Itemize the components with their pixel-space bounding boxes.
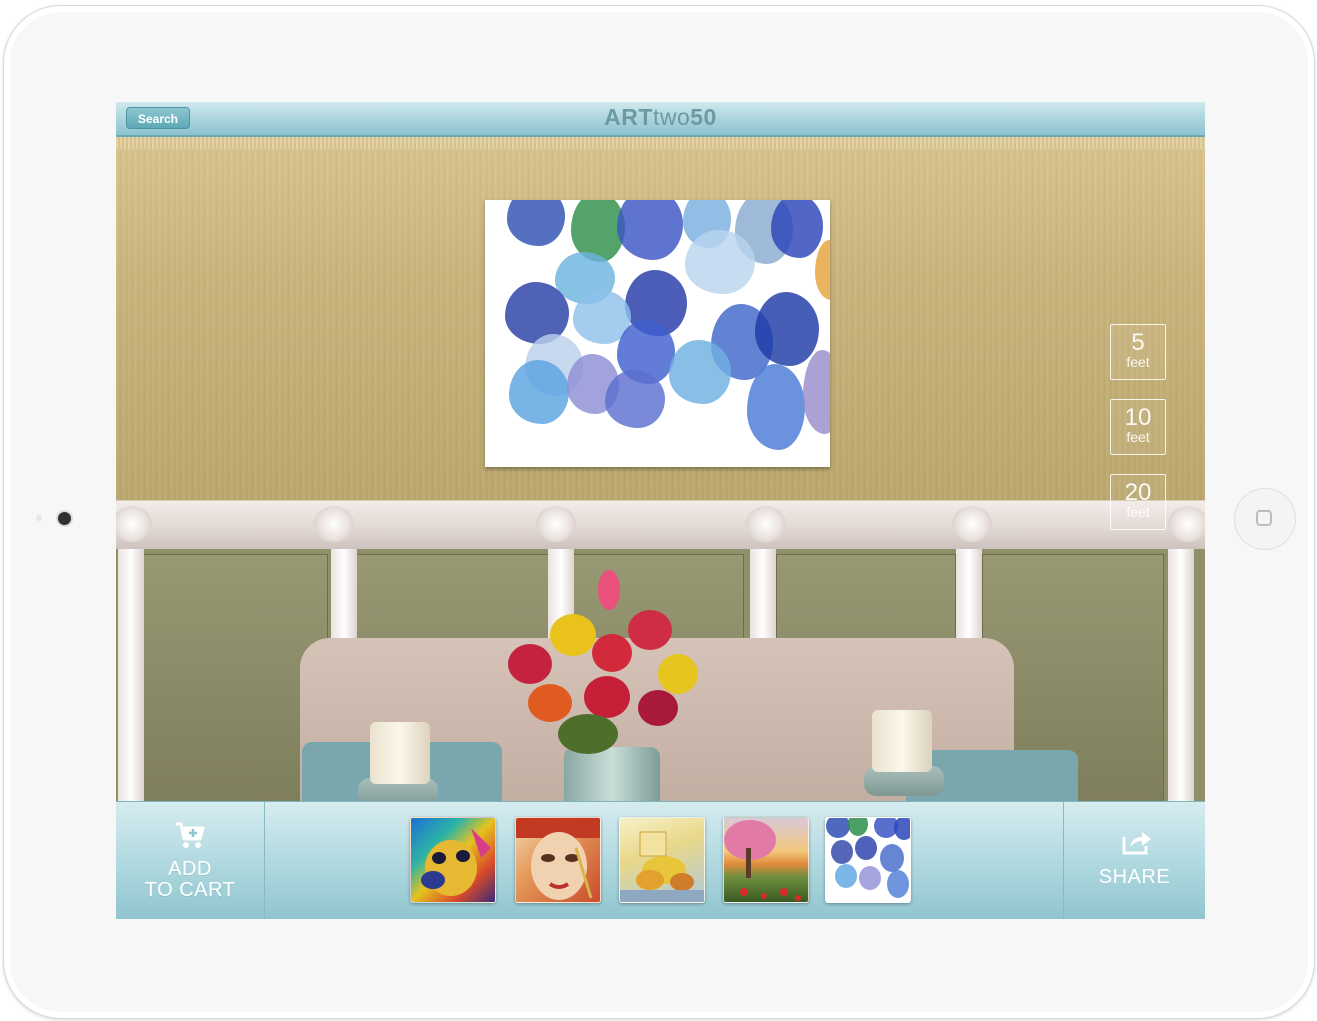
- rosette-ornament: [536, 506, 576, 542]
- camera-icon: [58, 512, 71, 525]
- light-sensor: [36, 515, 42, 521]
- app-screen: 5 feet 10 feet 20 feet Search ARTtwo50 A…: [116, 102, 1205, 919]
- distance-unit: feet: [1126, 504, 1150, 520]
- cherry-tree-landscape-thumbnail[interactable]: [723, 817, 809, 903]
- bottom-toolbar: ADD TO CART SHARE: [116, 801, 1205, 919]
- wainscot-post: [118, 548, 144, 804]
- candle: [872, 710, 932, 772]
- distance-value: 20: [1124, 479, 1152, 506]
- blue-watercolor-thumbnail[interactable]: [825, 817, 911, 903]
- distance-value: 5: [1131, 329, 1145, 356]
- rosette-ornament: [746, 506, 786, 542]
- share-label: SHARE: [1098, 866, 1171, 888]
- still-life-image: [620, 831, 704, 902]
- candle: [370, 722, 430, 784]
- add-to-cart-label-line1: ADD: [168, 858, 212, 880]
- wainscot-post: [1168, 548, 1194, 804]
- home-button[interactable]: [1234, 488, 1296, 550]
- top-navigation-bar: Search ARTtwo50: [116, 102, 1205, 137]
- wall-texture-band: [116, 137, 1205, 149]
- app-logo: ARTtwo50: [116, 104, 1205, 131]
- distance-10-feet-button[interactable]: 10 feet: [1110, 399, 1166, 455]
- rosette-ornament: [314, 506, 354, 542]
- artwork-preview[interactable]: [485, 200, 830, 467]
- cherry-tree-image: [724, 820, 801, 901]
- add-to-cart-button[interactable]: ADD TO CART: [116, 802, 265, 919]
- distance-unit: feet: [1126, 429, 1150, 445]
- blue-watercolor-image: [826, 818, 910, 898]
- distance-5-feet-button[interactable]: 5 feet: [1110, 324, 1166, 380]
- distance-value: 10: [1124, 404, 1152, 431]
- add-to-cart-label: ADD TO CART: [116, 859, 264, 901]
- home-square-icon: [1256, 510, 1272, 526]
- logo-part-50: 50: [690, 104, 717, 130]
- rosette-ornament: [952, 506, 992, 542]
- logo-part-art: ART: [604, 104, 653, 130]
- add-to-cart-icon: [176, 822, 205, 848]
- woman-face-image: [516, 818, 600, 900]
- logo-part-two: two: [652, 104, 691, 130]
- still-life-thumbnail[interactable]: [619, 817, 705, 903]
- add-to-cart-label-line2: TO CART: [144, 879, 236, 901]
- woman-face-thumbnail[interactable]: [515, 817, 601, 903]
- distance-20-feet-button[interactable]: 20 feet: [1110, 474, 1166, 530]
- share-button[interactable]: SHARE: [1063, 802, 1205, 919]
- dog-portrait-image: [421, 828, 491, 896]
- rosette-ornament: [1168, 506, 1205, 542]
- chair-rail: [116, 500, 1205, 549]
- flower-bouquet: [488, 564, 718, 764]
- share-icon: [1122, 832, 1151, 855]
- dog-portrait-thumbnail[interactable]: [410, 817, 496, 903]
- distance-unit: feet: [1126, 354, 1150, 370]
